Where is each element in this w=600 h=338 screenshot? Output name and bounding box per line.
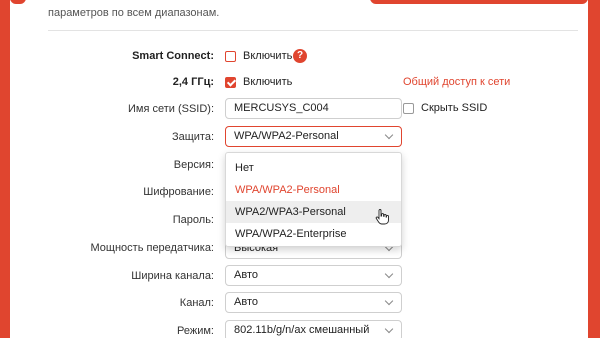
security-select-value: WPA/WPA2-Personal [234, 130, 339, 142]
share-network-link[interactable]: Общий доступ к сети [403, 76, 510, 88]
mode-select[interactable]: 802.11b/g/n/ax смешанный [225, 320, 402, 338]
channel-width-value: Авто [234, 269, 258, 281]
security-option-wpa-wpa2-enterprise[interactable]: WPA/WPA2-Enterprise [226, 223, 401, 245]
question-circle-icon[interactable]: ? [293, 49, 307, 63]
divider [48, 30, 578, 31]
band-24ghz-label: 2,4 ГГц: [172, 76, 214, 88]
chevron-down-icon [384, 269, 394, 279]
top-edge-accent [370, 0, 588, 4]
smart-connect-checkbox-label[interactable]: Включить [243, 50, 292, 62]
intro-text: параметров по всем диапазонам. [48, 7, 220, 19]
mode-label: Режим: [177, 325, 214, 337]
hand-pointer-icon [375, 209, 389, 225]
tx-power-label: Мощность передатчика: [90, 242, 214, 254]
version-label: Версия: [173, 159, 214, 171]
security-option-none[interactable]: Нет [226, 157, 401, 179]
ssid-label: Имя сети (SSID): [127, 103, 214, 115]
smart-connect-checkbox[interactable] [225, 51, 236, 62]
chevron-down-icon [384, 296, 394, 306]
channel-select[interactable]: Авто [225, 292, 402, 313]
band-24ghz-checkbox[interactable] [225, 77, 236, 88]
chevron-down-icon [384, 130, 394, 140]
chevron-down-icon [384, 324, 394, 334]
hide-ssid-checkbox[interactable] [403, 103, 414, 114]
channel-value: Авто [234, 296, 258, 308]
wireless-settings-panel: параметров по всем диапазонам. Smart Con… [10, 0, 588, 338]
channel-width-select[interactable]: Авто [225, 265, 402, 286]
top-edge-accent [10, 0, 26, 4]
ssid-input[interactable]: MERCUSYS_C004 [225, 98, 402, 119]
hide-ssid-label[interactable]: Скрыть SSID [421, 102, 487, 114]
security-dropdown-menu: Нет WPA/WPA2-Personal WPA2/WPA3-Personal… [225, 152, 402, 247]
band-24ghz-checkbox-label[interactable]: Включить [243, 76, 292, 88]
security-select[interactable]: WPA/WPA2-Personal [225, 126, 402, 147]
smart-connect-label: Smart Connect: [132, 50, 214, 62]
security-option-wpa-wpa2-personal[interactable]: WPA/WPA2-Personal [226, 179, 401, 201]
encryption-label: Шифрование: [143, 186, 214, 198]
channel-width-label: Ширина канала: [131, 270, 214, 282]
password-label: Пароль: [172, 214, 214, 226]
channel-label: Канал: [179, 297, 214, 309]
security-label: Защита: [171, 131, 214, 143]
mode-value: 802.11b/g/n/ax смешанный [234, 324, 370, 336]
